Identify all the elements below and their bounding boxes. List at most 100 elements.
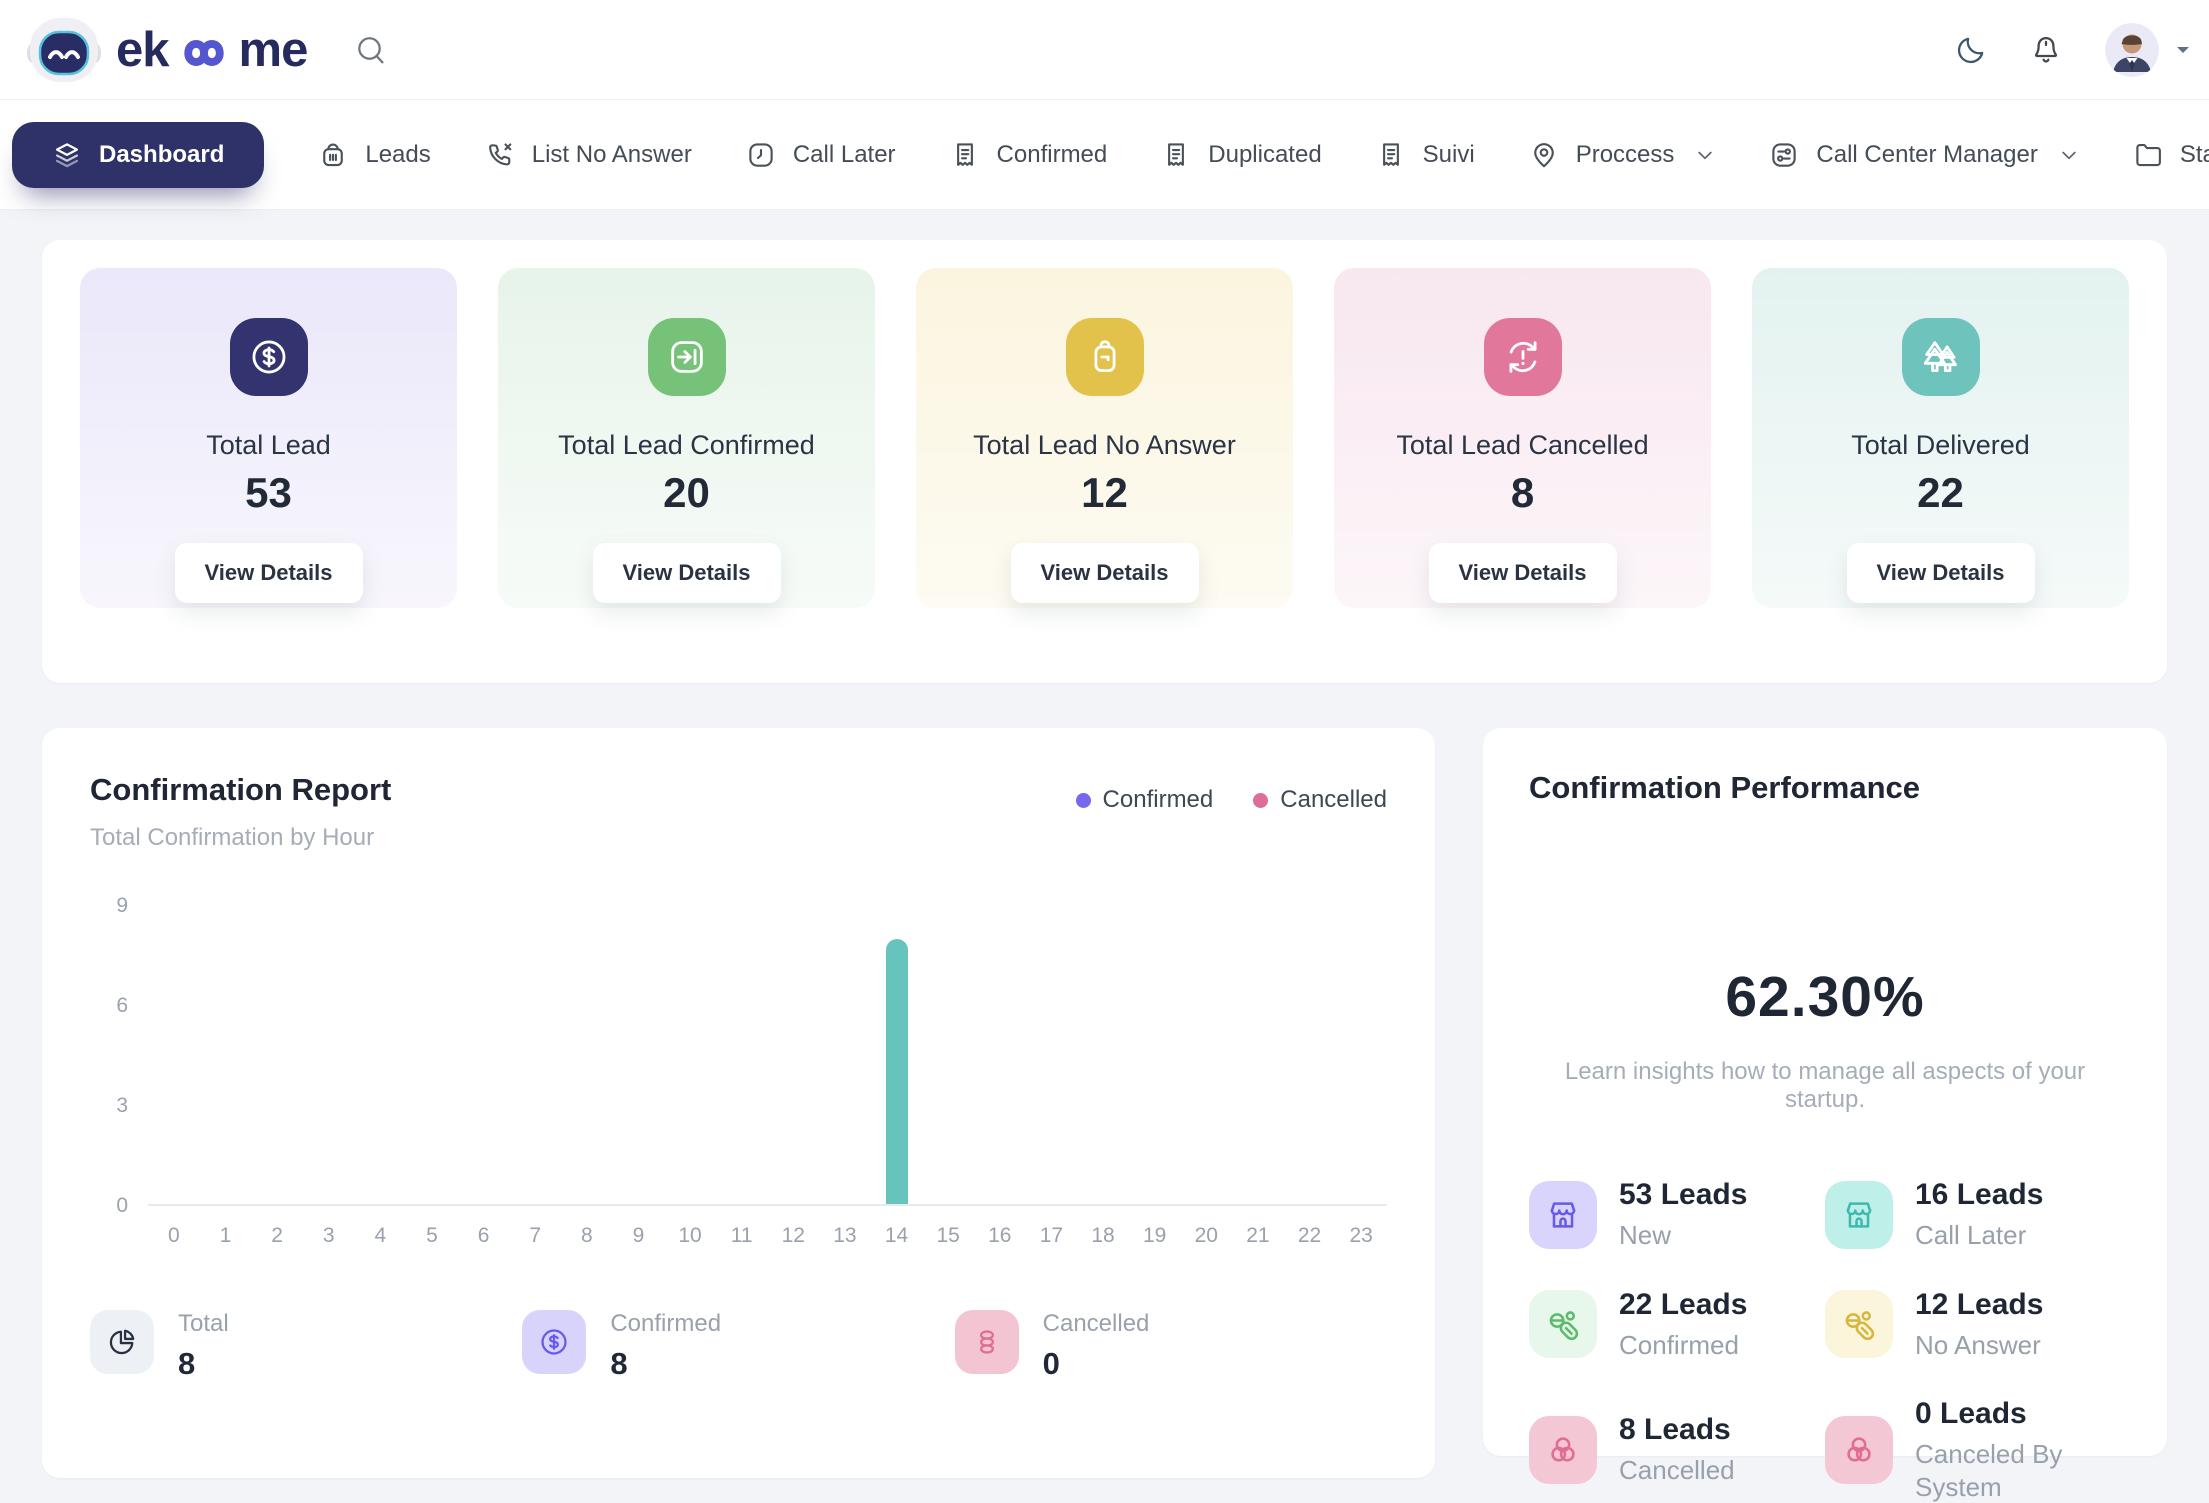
- refresh-alert-icon: [1484, 318, 1562, 396]
- total-value: 8: [178, 1346, 229, 1382]
- view-details-button[interactable]: View Details: [175, 543, 363, 603]
- x-axis-tick: 3: [303, 1224, 355, 1248]
- y-axis-tick: 9: [116, 894, 128, 918]
- nav-item-label: Dashboard: [99, 141, 224, 169]
- total-label: Confirmed: [610, 1310, 721, 1338]
- x-axis-tick: 1: [200, 1224, 252, 1248]
- dollar-circle-icon: [522, 1310, 586, 1374]
- x-axis-tick: 11: [716, 1224, 768, 1248]
- lead-item-canceled-by-system: 0 Leads Canceled By System: [1825, 1397, 2121, 1503]
- legend-label: Confirmed: [1103, 786, 1214, 814]
- lead-value: 12 Leads: [1915, 1288, 2043, 1322]
- stat-card-value: 20: [663, 469, 710, 517]
- nav-item-dashboard[interactable]: Dashboard: [12, 122, 264, 188]
- map-pin-icon: [1529, 140, 1559, 170]
- x-axis-tick: 6: [458, 1224, 510, 1248]
- receipt-icon: [1376, 140, 1406, 170]
- nav-item-call-center-manager[interactable]: Call Center Manager: [1769, 140, 2078, 170]
- performance-description: Learn insights how to manage all aspects…: [1529, 1058, 2121, 1114]
- sliders-icon: [1769, 140, 1799, 170]
- x-axis-tick: 13: [819, 1224, 871, 1248]
- lead-value: 8 Leads: [1619, 1413, 1735, 1447]
- total-value: 0: [1043, 1346, 1150, 1382]
- x-axis-tick: 12: [768, 1224, 820, 1248]
- nav-item-confirmed[interactable]: Confirmed: [950, 140, 1108, 170]
- view-details-button[interactable]: View Details: [1429, 543, 1617, 603]
- nav-item-proccess[interactable]: Proccess: [1529, 140, 1716, 170]
- nav-item-leads[interactable]: Leads: [318, 140, 430, 170]
- notifications-bell-icon[interactable]: [2029, 33, 2063, 67]
- x-axis-tick: 9: [613, 1224, 665, 1248]
- robot-logo-icon: [26, 16, 102, 84]
- nav-item-call-later[interactable]: Call Later: [746, 140, 896, 170]
- lead-value: 0 Leads: [1915, 1397, 2121, 1431]
- nav-item-suivi[interactable]: Suivi: [1376, 140, 1475, 170]
- chart-legend: Confirmed Cancelled: [1076, 786, 1387, 814]
- total-item-confirmed: Confirmed 8: [522, 1310, 954, 1382]
- x-axis-tick: 23: [1335, 1224, 1387, 1248]
- user-menu[interactable]: [2105, 23, 2191, 77]
- three-circles-icon: [1529, 1416, 1597, 1484]
- x-axis-tick: 2: [251, 1224, 303, 1248]
- nav-item-label: Suivi: [1423, 141, 1475, 169]
- logo-text-suffix: me: [239, 22, 308, 78]
- x-axis-tick: 8: [561, 1224, 613, 1248]
- nav-item-label: List No Answer: [532, 141, 692, 169]
- confirmation-report-subtitle: Total Confirmation by Hour: [90, 824, 391, 852]
- user-menu-caret-icon[interactable]: [2175, 45, 2191, 55]
- dollar-circle-icon: [230, 318, 308, 396]
- trees-icon: [1902, 318, 1980, 396]
- dark-mode-moon-icon[interactable]: [1955, 34, 1987, 66]
- x-axis-tick: 21: [1232, 1224, 1284, 1248]
- lead-label: Confirmed: [1619, 1329, 1747, 1362]
- logo[interactable]: ek me: [26, 16, 307, 84]
- stat-card-title: Total Lead Confirmed: [558, 430, 815, 461]
- receipt-icon: [950, 140, 980, 170]
- chevron-down-icon: [2059, 145, 2079, 165]
- legend-item-cancelled[interactable]: Cancelled: [1253, 786, 1387, 814]
- stat-card-title: Total Lead Cancelled: [1396, 430, 1648, 461]
- receipt-icon: [1161, 140, 1191, 170]
- folder-icon: [2133, 140, 2163, 170]
- x-axis-tick: 19: [1129, 1224, 1181, 1248]
- view-details-button[interactable]: View Details: [1011, 543, 1199, 603]
- nav-item-label: Duplicated: [1208, 141, 1321, 169]
- legend-item-confirmed[interactable]: Confirmed: [1076, 786, 1214, 814]
- lead-label: Call Later: [1915, 1219, 2043, 1252]
- stat-card-value: 12: [1081, 469, 1128, 517]
- nav-item-label: Call Center Manager: [1816, 141, 2037, 169]
- bar-chart: 0369: [90, 906, 1387, 1206]
- logo-wordmark: ek me: [116, 22, 307, 78]
- nav-item-label: Statistics: [2180, 141, 2209, 169]
- report-totals: Total 8 Confirmed 8: [90, 1310, 1387, 1382]
- legend-dot-cancelled-icon: [1253, 793, 1268, 808]
- header: ek me: [0, 0, 2209, 100]
- view-details-button[interactable]: View Details: [593, 543, 781, 603]
- nav-item-label: Confirmed: [997, 141, 1108, 169]
- stat-card-total-delivered: Total Delivered 22 View Details: [1752, 268, 2129, 608]
- y-axis-tick: 3: [116, 1094, 128, 1118]
- lead-value: 53 Leads: [1619, 1178, 1747, 1212]
- nav-item-statistics[interactable]: Statistics: [2133, 140, 2209, 170]
- legend-label: Cancelled: [1280, 786, 1387, 814]
- coins-icon: [955, 1310, 1019, 1374]
- x-axis-tick: 10: [664, 1224, 716, 1248]
- nav-item-duplicated[interactable]: Duplicated: [1161, 140, 1321, 170]
- chart-bar-confirmed-hour-14[interactable]: [886, 939, 908, 1204]
- x-axis-tick: 14: [871, 1224, 923, 1248]
- login-arrow-icon: [648, 318, 726, 396]
- lead-value: 22 Leads: [1619, 1288, 1747, 1322]
- storefront-icon: [1825, 1181, 1893, 1249]
- x-axis-tick: 16: [974, 1224, 1026, 1248]
- lead-label: Canceled By System: [1915, 1438, 2121, 1503]
- lead-label: Cancelled: [1619, 1454, 1735, 1487]
- stat-card-value: 22: [1917, 469, 1964, 517]
- search-icon[interactable]: [353, 32, 389, 68]
- nav-item-list-no-answer[interactable]: List No Answer: [485, 140, 692, 170]
- view-details-button[interactable]: View Details: [1847, 543, 2035, 603]
- performance-title: Confirmation Performance: [1529, 770, 2121, 806]
- y-axis-tick: 6: [116, 994, 128, 1018]
- bag-icon: [1066, 318, 1144, 396]
- avatar[interactable]: [2105, 23, 2159, 77]
- nav-item-label: Leads: [365, 141, 430, 169]
